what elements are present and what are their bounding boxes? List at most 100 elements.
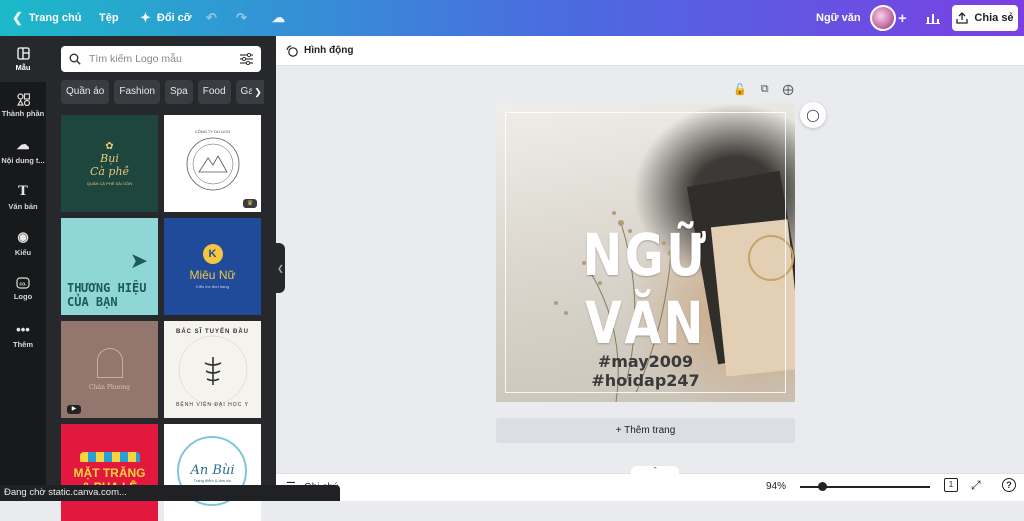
more-icon: •••: [16, 321, 30, 337]
share-button[interactable]: Chia sẻ: [952, 5, 1018, 31]
tile-text: Bụi: [100, 152, 119, 165]
design-hashtag[interactable]: #hoidap247: [496, 371, 795, 390]
rail-item-elements[interactable]: Thành phần: [0, 82, 46, 128]
chip-fashion[interactable]: Fashion: [114, 80, 160, 104]
play-icon: ▶: [67, 405, 81, 414]
logo-icon: co.: [16, 277, 30, 289]
rail-item-uploads[interactable]: ☁ Nội dung t...: [0, 128, 46, 174]
design-hashtag[interactable]: #may2009: [496, 352, 795, 371]
tile-text: An Bùi: [190, 462, 235, 478]
browser-status-bar: Đang chờ static.canva.com...: [0, 485, 340, 501]
tile-text: BÁC SĨ TUYỂN ĐẦU: [175, 329, 249, 335]
animate-label: Hình động: [304, 45, 354, 56]
rail-item-logo[interactable]: co. Logo: [0, 266, 46, 312]
chip-clothing[interactable]: Quần áo: [61, 80, 110, 104]
rail-label: Văn bản: [8, 201, 38, 211]
redo-button[interactable]: ↷: [236, 0, 247, 36]
tile-text: Trang điểm & làm tóc: [193, 477, 232, 483]
fullscreen-icon[interactable]: ⤢: [971, 478, 981, 493]
zoom-slider-handle[interactable]: [817, 482, 827, 491]
template-tile[interactable]: Chân Phương ▶: [61, 321, 158, 418]
collapse-panel-button[interactable]: ❮: [276, 243, 285, 293]
templates-panel: Quần áo Fashion Spa Food Game ❯ ✿ Bụi Cà…: [46, 36, 276, 521]
left-rail: Mẫu Thành phần ☁ Nội dung t... T Văn bản…: [0, 36, 46, 501]
paper-plane-icon: ➤: [129, 248, 148, 273]
rail-item-text[interactable]: T Văn bản: [0, 174, 46, 220]
rail-label: Mẫu: [15, 62, 31, 72]
tile-text: Kiểu tóc thời trang: [196, 284, 229, 289]
tile-text: MẶT TRĂNG: [73, 465, 146, 480]
file-menu-button[interactable]: Tệp: [99, 0, 119, 36]
tile-text: CỦA BẠN: [67, 295, 118, 309]
add-page-button[interactable]: + Thêm trang: [496, 418, 795, 443]
home-label: Trang chủ: [28, 12, 82, 24]
rail-label: Kiểu: [14, 248, 32, 257]
caduceus-badge-icon: [178, 335, 247, 404]
category-chips: Quần áo Fashion Spa Food Game: [61, 80, 261, 104]
add-page-icon[interactable]: ⨁: [783, 83, 794, 96]
chevron-left-icon: ❮: [12, 10, 23, 25]
template-tile[interactable]: An Bùi Trang điểm & làm tóc: [164, 424, 261, 521]
tile-text: THƯƠNG HIỆU: [67, 281, 147, 295]
template-tile[interactable]: K Miêu Nữ Kiểu tóc thời trang: [164, 218, 261, 315]
editor-toolbar: Hình động: [276, 36, 1024, 66]
file-label: Tệp: [99, 12, 119, 24]
template-tile[interactable]: BÁC SĨ TUYỂN ĐẦU BỆNH VIỆN ĐẠI HỌC Y: [164, 321, 261, 418]
lock-icon[interactable]: 🔓: [733, 83, 747, 96]
tile-text: Cà phê: [89, 165, 130, 178]
add-page-label: + Thêm trang: [615, 425, 676, 436]
sparkle-icon: ✦: [140, 10, 151, 25]
design-title[interactable]: NGỮ VĂN: [523, 221, 768, 357]
share-icon: [956, 12, 969, 24]
tile-text: QUÁN CÀ PHÊ SÀI GÒN: [86, 181, 133, 186]
rail-item-styles[interactable]: ◉ Kiểu: [0, 220, 46, 266]
home-button[interactable]: ❮ Trang chủ: [12, 0, 81, 36]
upload-icon: ☁: [16, 137, 30, 152]
elements-icon: [16, 92, 30, 106]
tile-text: CÔNG TY DU LỊCH: [194, 129, 231, 134]
duplicate-page-icon[interactable]: ⧉: [761, 83, 769, 96]
search-box: [61, 46, 261, 72]
undo-icon: ↶: [206, 10, 217, 25]
animate-icon: [286, 44, 298, 57]
animate-button[interactable]: Hình động: [286, 44, 354, 57]
design-page[interactable]: NGỮ VĂN #may2009 #hoidap247: [496, 103, 795, 402]
filter-icon[interactable]: [240, 53, 253, 65]
tile-text: Miêu Nữ: [189, 268, 236, 282]
add-comment-button[interactable]: ◯: [800, 102, 826, 128]
chip-food[interactable]: Food: [197, 80, 231, 104]
cat-logo-icon: K: [202, 244, 223, 264]
template-tile[interactable]: CÔNG TY DU LỊCH ♛: [164, 115, 261, 212]
redo-icon: ↷: [236, 10, 247, 25]
top-bar: ❮ Trang chủ Tệp ✦ Đổi cỡ ↶ ↷ ☁ Ngữ văn +…: [0, 0, 1024, 36]
avatar[interactable]: [870, 5, 896, 31]
chip-spa[interactable]: Spa: [164, 80, 193, 104]
chips-next-button[interactable]: ❯: [252, 80, 264, 104]
undo-button[interactable]: ↶: [206, 0, 217, 36]
cloud-icon: ☁: [272, 10, 285, 25]
crown-icon: ♛: [243, 199, 257, 208]
template-tile[interactable]: MẶT TRĂNG & PHA LÊ: [61, 424, 158, 521]
add-collaborator-button[interactable]: +: [898, 0, 907, 36]
leaf-icon: ✿: [105, 141, 114, 152]
tile-text: BỆNH VIỆN ĐẠI HỌC Y: [176, 402, 249, 408]
rail-label: Thành phần: [1, 108, 45, 118]
show-pages-tab[interactable]: ⌃: [631, 466, 679, 476]
page-count-button[interactable]: 1: [944, 478, 958, 492]
help-icon[interactable]: ?: [1002, 478, 1016, 492]
rail-item-more[interactable]: ••• Thêm: [0, 312, 46, 358]
document-title[interactable]: Ngữ văn: [816, 0, 861, 36]
rail-label: Thêm: [12, 339, 33, 349]
zoom-value[interactable]: 94%: [766, 481, 786, 492]
search-icon: [69, 53, 81, 65]
cloud-save-status[interactable]: ☁: [272, 0, 285, 36]
rail-item-templates[interactable]: Mẫu: [0, 36, 46, 82]
resize-button[interactable]: ✦ Đổi cỡ: [140, 0, 192, 36]
insights-button[interactable]: [926, 0, 940, 36]
search-input[interactable]: [89, 53, 229, 65]
template-tile[interactable]: ✿ Bụi Cà phê QUÁN CÀ PHÊ SÀI GÒN: [61, 115, 158, 212]
template-tile[interactable]: ➤ THƯƠNG HIỆU CỦA BẠN: [61, 218, 158, 315]
rail-label: Logo: [13, 292, 33, 301]
arch-icon: [96, 348, 123, 378]
plus-icon: +: [898, 9, 907, 27]
